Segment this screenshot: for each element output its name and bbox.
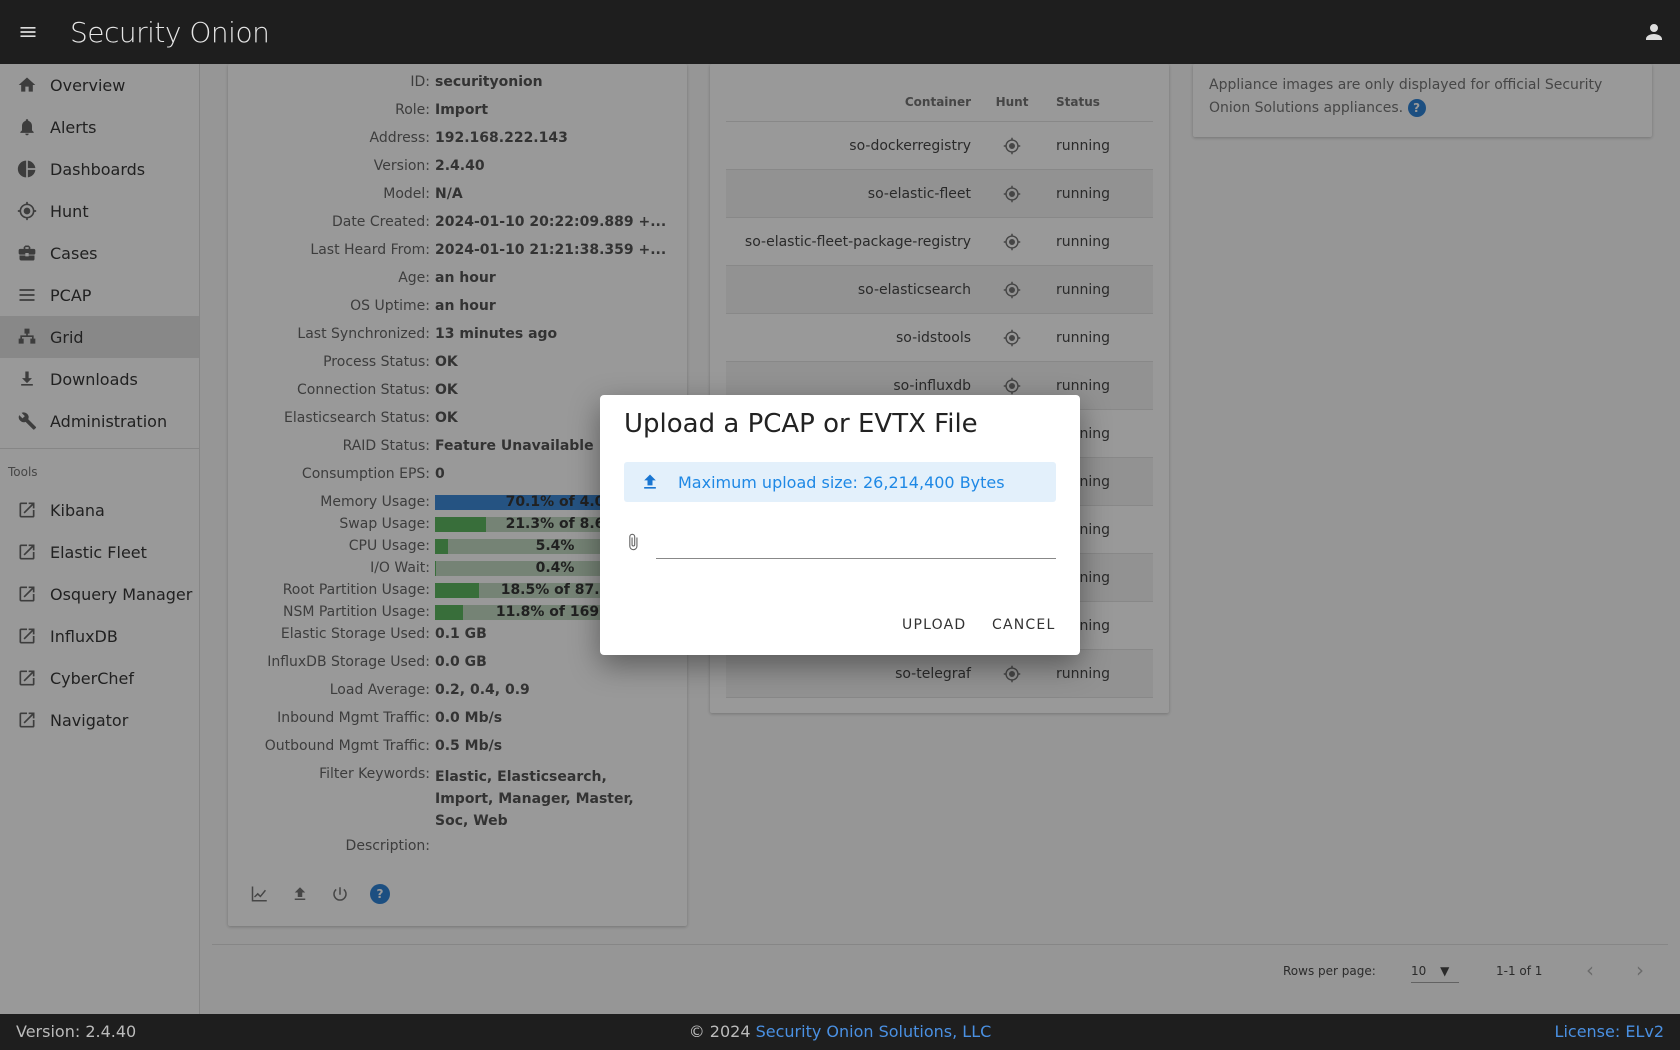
upload-dialog: Upload a PCAP or EVTX File Maximum uploa…	[600, 395, 1080, 655]
upload-size-alert: Maximum upload size: 26,214,400 Bytes	[624, 462, 1056, 502]
paperclip-icon[interactable]	[624, 533, 644, 553]
file-picker	[624, 527, 1056, 559]
upload-button[interactable]: UPLOAD	[902, 617, 966, 633]
user-icon[interactable]	[1642, 20, 1666, 44]
cancel-button[interactable]: CANCEL	[992, 617, 1055, 633]
dialog-title: Upload a PCAP or EVTX File	[624, 409, 978, 439]
company-link[interactable]: Security Onion Solutions, LLC	[756, 1022, 992, 1041]
file-input[interactable]	[656, 527, 1056, 559]
copyright: © 2024 Security Onion Solutions, LLC	[688, 1022, 992, 1041]
menu-icon[interactable]	[0, 0, 56, 64]
upload-icon	[640, 472, 660, 492]
license-link[interactable]: License: ELv2	[1555, 1022, 1664, 1041]
brand-logo[interactable]: Security Onion	[70, 16, 270, 49]
top-app-bar: Security Onion	[0, 0, 1680, 64]
footer: Version: 2.4.40 © 2024 Security Onion So…	[0, 1014, 1680, 1050]
